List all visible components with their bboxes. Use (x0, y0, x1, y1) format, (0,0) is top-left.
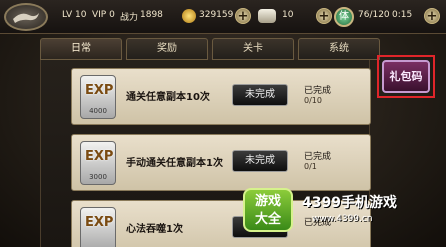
add-gold-button[interactable]: + (235, 8, 251, 24)
tab-stages[interactable]: 关卡 (212, 38, 294, 60)
task-title: 通关任意副本10次 (126, 92, 210, 103)
power-label: 战力 (120, 13, 139, 23)
task-progress: 0/10 (304, 96, 322, 105)
vip-level: VIP 0 (92, 10, 115, 20)
watermark-logo-line2: 大全 (254, 212, 281, 227)
stamina-timer: 0:15 (392, 10, 413, 20)
watermark-logo: 游戏 大全 (243, 188, 293, 232)
exp-reward-icon: EXP 3000 (80, 141, 116, 185)
stamina-value: 76/120 (358, 10, 390, 20)
exp-reward-icon: EXP (80, 207, 116, 247)
task-title: 心法吞噬1次 (126, 224, 183, 235)
watermark-title: 4399手机游戏 (302, 195, 397, 211)
game-screen: LV 10 VIP 0 战力 1898 329159 + 10 + 体 76/1… (0, 0, 446, 247)
exp-label: EXP (85, 215, 114, 230)
exp-amount: 3000 (89, 173, 107, 181)
exp-label: EXP (85, 83, 114, 98)
task-status-label: 已完成 (304, 86, 332, 96)
tab-system[interactable]: 系统 (298, 38, 380, 60)
task-title: 手动通关任意副本1次 (126, 158, 223, 169)
exp-amount: 4000 (89, 107, 107, 115)
gold-coin-icon (182, 9, 196, 23)
game-logo[interactable] (4, 3, 48, 31)
task-tabs: 日常 奖励 关卡 系统 (40, 38, 380, 60)
exp-reward-icon: EXP 4000 (80, 75, 116, 119)
task-status-button[interactable]: 未完成 (232, 84, 288, 106)
add-stamina-button[interactable]: + (424, 8, 440, 24)
power-value: 1898 (140, 10, 163, 20)
dragon-emblem-icon (13, 13, 39, 23)
add-ingot-button[interactable]: + (316, 8, 332, 24)
task-progress: 0/1 (304, 162, 317, 171)
task-status-button[interactable]: 未完成 (232, 150, 288, 172)
ingot-amount: 10 (282, 10, 294, 20)
stamina-icon: 体 (334, 7, 354, 27)
gift-code-button[interactable]: 礼包码 (382, 60, 430, 93)
tab-daily[interactable]: 日常 (40, 38, 122, 60)
gold-amount: 329159 (199, 10, 234, 20)
player-level: LV 10 (62, 10, 87, 20)
tab-rewards[interactable]: 奖励 (126, 38, 208, 60)
gift-code-highlight: 礼包码 (377, 55, 435, 98)
task-row: EXP 4000 通关任意副本10次 未完成 已完成 0/10 (71, 68, 371, 125)
status-bar: LV 10 VIP 0 战力 1898 329159 + 10 + 体 76/1… (0, 0, 446, 34)
task-row: EXP 3000 手动通关任意副本1次 未完成 已完成 0/1 (71, 134, 371, 191)
exp-label: EXP (85, 149, 114, 164)
ingot-icon (258, 9, 276, 23)
task-status-label: 已完成 (304, 152, 332, 162)
watermark-url: www.4399.cn (312, 214, 373, 224)
watermark-logo-line1: 游戏 (254, 194, 281, 209)
